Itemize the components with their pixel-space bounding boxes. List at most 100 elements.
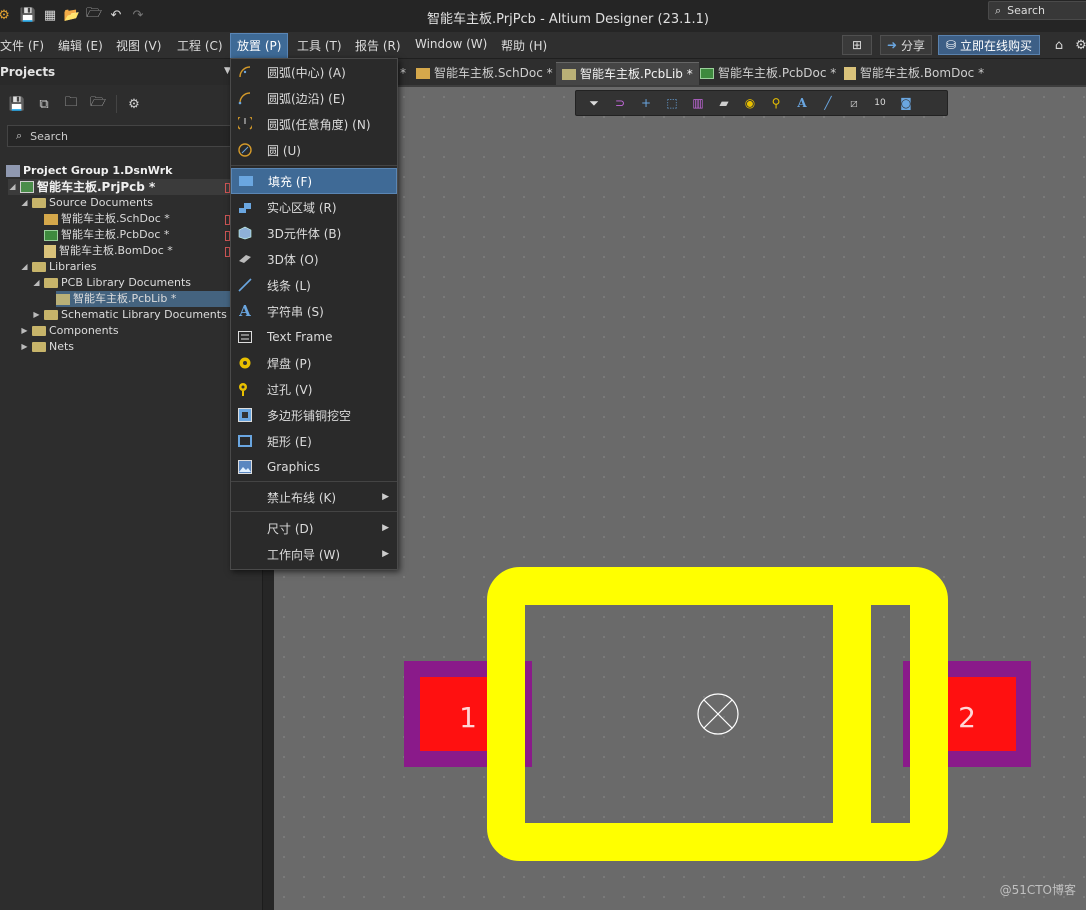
expand-chevron-icon[interactable]: ▶ — [20, 323, 29, 339]
board-view-icon[interactable]: ◙ — [896, 94, 916, 112]
tree-item-components[interactable]: ▶ Components — [20, 323, 119, 339]
snap-magnet-icon[interactable]: ⊃ — [610, 94, 630, 112]
feedback-button[interactable]: ⊞ — [842, 35, 872, 55]
tab-schdoc[interactable]: 智能车主板.SchDoc * — [416, 62, 553, 84]
compile-folder-icon[interactable]: 🗁 — [89, 95, 107, 113]
text-tool-icon[interactable]: A — [792, 94, 812, 112]
tab-pcblib[interactable]: 智能车主板.PcbLib * — [556, 62, 699, 85]
crosshair-icon[interactable]: + — [636, 94, 656, 112]
menu-tools[interactable]: 工具 (T) — [297, 37, 342, 54]
menu-item-arc-center[interactable]: 圆弧(中心) (A) — [231, 59, 397, 85]
schematic-doc-icon — [416, 67, 430, 79]
tree-item-project-group[interactable]: Project Group 1.DsnWrk — [6, 163, 172, 179]
tab-label: 智能车主板.PcbDoc * — [718, 66, 837, 80]
menu-item-keepout[interactable]: 禁止布线 (K) ▶ — [231, 484, 397, 510]
pad-tool-icon[interactable]: ◉ — [740, 94, 760, 112]
share-button[interactable]: ➜ 分享 — [880, 35, 932, 55]
pcb-doc-icon — [700, 67, 714, 79]
submenu-arrow-icon: ▶ — [382, 492, 389, 502]
menu-item-line[interactable]: 线条 (L) — [231, 272, 397, 298]
menu-edit[interactable]: 编辑 (E) — [58, 37, 103, 54]
bom-doc-icon — [844, 66, 856, 80]
tree-item-pcb-library-documents[interactable]: ◢ PCB Library Documents — [32, 275, 191, 291]
collapse-chevron-icon[interactable]: ◢ — [32, 275, 41, 291]
menu-separator — [231, 511, 397, 512]
menu-project[interactable]: 工程 (C) — [177, 37, 223, 54]
tree-item-schematic-library-documents[interactable]: ▶ Schematic Library Documents — [32, 307, 226, 323]
menu-help[interactable]: 帮助 (H) — [501, 37, 547, 54]
menu-item-3d-solid[interactable]: 3D体 (O) — [231, 246, 397, 272]
menu-item-pad[interactable]: 焊盘 (P) — [231, 350, 397, 376]
line-icon — [237, 277, 253, 293]
tree-item-label: Project Group 1.DsnWrk — [23, 164, 173, 177]
menu-item-via[interactable]: 过孔 (V) — [231, 376, 397, 402]
menu-item-arc-edge[interactable]: 圆弧(边沿) (E) — [231, 85, 397, 111]
pcb-doc-icon — [44, 229, 58, 241]
filter-icon[interactable]: ⏷ — [584, 94, 604, 112]
collapse-chevron-icon[interactable]: ◢ — [8, 179, 17, 195]
settings-gear-icon[interactable]: ⚙ — [1073, 37, 1086, 53]
open-project-folder-icon[interactable]: 🗀 — [62, 95, 80, 113]
active-bar-toolbar: ⏷ ⊃ + ⬚ ▥ ▰ ◉ ⚲ A ╱ ⧄ 10 ◙ — [575, 90, 948, 116]
component-icon[interactable]: ▰ — [714, 94, 734, 112]
tab-label: 智能车主板.BomDoc * — [860, 66, 985, 80]
menu-item-dimension[interactable]: 尺寸 (D) ▶ — [231, 515, 397, 541]
save-project-icon[interactable]: 💾 — [8, 95, 26, 113]
panel-toolbar: 💾 ⧉ 🗀 🗁 ⚙ — [0, 95, 143, 115]
menu-item-graphics[interactable]: Graphics — [231, 454, 397, 480]
tree-item-label: Components — [49, 324, 119, 337]
tree-item-pcbdoc[interactable]: 智能车主板.PcbDoc * — [44, 227, 169, 243]
cart-icon: ⛁ — [945, 38, 957, 52]
menu-item-circle[interactable]: 圆 (U) — [231, 137, 397, 163]
tree-item-schdoc[interactable]: 智能车主板.SchDoc * — [44, 211, 170, 227]
tree-item-project[interactable]: ◢ 智能车主板.PrjPcb * — [8, 179, 230, 195]
tab-bomdoc[interactable]: 智能车主板.BomDoc * — [844, 62, 984, 84]
menu-item-string[interactable]: A 字符串 (S) — [231, 298, 397, 324]
tree-item-nets[interactable]: ▶ Nets — [20, 339, 74, 355]
tree-item-libraries[interactable]: ◢ Libraries — [20, 259, 96, 275]
panel-search-input[interactable]: ⌕ Search — [7, 125, 237, 147]
via-tool-icon[interactable]: ⚲ — [766, 94, 786, 112]
tree-item-bomdoc[interactable]: 智能车主板.BomDoc * — [44, 243, 173, 259]
tree-item-pcblib[interactable]: 智能车主板.PcbLib * — [56, 291, 230, 307]
menu-item-polygon-cutout[interactable]: 多边形铺铜挖空 — [231, 402, 397, 428]
collapse-chevron-icon[interactable]: ◢ — [20, 259, 29, 275]
expand-chevron-icon[interactable]: ▶ — [20, 339, 29, 355]
pad-2-designator: 2 — [958, 701, 976, 734]
menu-item-wizard[interactable]: 工作向导 (W) ▶ — [231, 541, 397, 567]
copy-project-icon[interactable]: ⧉ — [35, 95, 53, 113]
menu-view[interactable]: 视图 (V) — [116, 37, 161, 54]
menu-file[interactable]: 文件 (F) — [0, 37, 44, 54]
panel-title: Projects — [0, 65, 56, 79]
global-search-input[interactable]: ⌕ Search — [988, 1, 1086, 20]
menu-item-fill[interactable]: 填充 (F) — [231, 168, 397, 194]
text-frame-icon — [237, 329, 253, 345]
tab-pcbdoc[interactable]: 智能车主板.PcbDoc * — [700, 62, 836, 84]
folder-icon — [44, 310, 58, 320]
graphics-icon — [237, 459, 253, 475]
menu-window[interactable]: Window (W) — [415, 37, 487, 51]
menu-item-rectangle[interactable]: 矩形 (E) — [231, 428, 397, 454]
dimension-tool-icon[interactable]: ⧄ — [844, 94, 864, 112]
buy-online-button[interactable]: ⛁ 立即在线购买 — [938, 35, 1040, 55]
collapse-chevron-icon[interactable]: ◢ — [20, 195, 29, 211]
tab-hidden-doc[interactable]: * — [400, 62, 406, 84]
line-tool-icon[interactable]: ╱ — [818, 94, 838, 112]
home-icon[interactable]: ⌂ — [1051, 37, 1067, 53]
coordinate-tool-icon[interactable]: 10 — [870, 94, 890, 112]
menu-item-text-frame[interactable]: Text Frame — [231, 324, 397, 350]
pcb-library-icon — [56, 293, 70, 305]
submenu-arrow-icon: ▶ — [382, 523, 389, 533]
menu-place[interactable]: 放置 (P) — [230, 33, 289, 59]
select-area-icon[interactable]: ⬚ — [662, 94, 682, 112]
expand-chevron-icon[interactable]: ▶ — [32, 307, 41, 323]
tree-item-label: Nets — [49, 340, 75, 353]
menu-item-arc-any-angle[interactable]: 圆弧(任意角度) (N) — [231, 111, 397, 137]
menu-item-solid-region[interactable]: 实心区域 (R) — [231, 194, 397, 220]
panel-settings-icon[interactable]: ⚙ — [116, 95, 143, 113]
menu-item-3d-body[interactable]: 3D元件体 (B) — [231, 220, 397, 246]
share-arrow-icon: ➜ — [886, 38, 898, 52]
align-icon[interactable]: ▥ — [688, 94, 708, 112]
tree-item-source-documents[interactable]: ◢ Source Documents — [20, 195, 153, 211]
menu-reports[interactable]: 报告 (R) — [355, 37, 401, 54]
